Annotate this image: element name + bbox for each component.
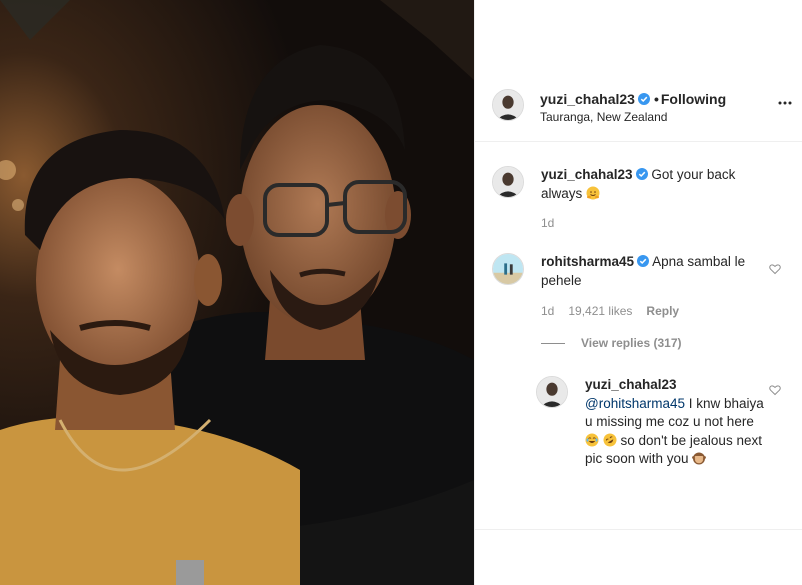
avatar-image [493,167,523,197]
comment-likes[interactable]: 19,421 likes [568,304,632,318]
post-header: yuzi_chahal23 • Following Tauranga, New Ze… [475,72,802,142]
comment-text: yuzi_chahal23 @rohitsharma45 I knw bhaiy… [585,376,765,469]
post-side-panel: yuzi_chahal23 • Following Tauranga, New Ze… [474,0,802,585]
author-line: yuzi_chahal23 • Following [540,91,726,107]
verified-badge-icon [635,168,648,180]
comment-age: 1d [541,216,555,230]
hugging-face-emoji-icon [586,186,600,199]
comment-username[interactable]: yuzi_chahal23 [541,167,633,182]
like-heart-icon[interactable] [769,384,781,396]
comment-age: 1d [541,304,555,318]
comment-meta: 1d [541,216,568,230]
comment-avatar[interactable] [492,166,524,198]
comment-text: rohitsharma45 Apna sambal le pehele [541,253,763,290]
comment-text: yuzi_chahal23 Got your back always [541,166,763,203]
avatar-image [493,254,523,284]
comment-username[interactable]: rohitsharma45 [541,254,634,269]
verified-badge-icon [637,255,650,267]
like-heart-icon[interactable] [769,263,781,275]
following-button[interactable]: Following [661,91,726,107]
view-replies-line [541,343,565,345]
joy-emoji-icon [585,433,599,446]
view-replies-label: View replies (317) [581,336,682,350]
comment-meta: 1d 19,421 likes Reply [541,304,693,318]
author-username[interactable]: yuzi_chahal23 [540,91,635,107]
reply-button[interactable]: Reply [646,304,679,318]
mention-link[interactable]: @rohitsharma45 [585,396,685,411]
author-avatar[interactable] [492,89,524,121]
verified-badge-icon [637,93,650,105]
post-photo [0,0,474,585]
separator-dot: • [653,91,659,107]
comment-avatar[interactable] [536,376,568,408]
panel-actions-area [475,529,802,585]
avatar-image [493,90,523,120]
more-options-icon[interactable] [777,95,793,111]
comments-section: yuzi_chahal23 Got your back always 1d ro… [475,142,802,530]
view-replies-button[interactable]: View replies (317) [541,336,682,350]
post-location[interactable]: Tauranga, New Zealand [540,110,667,124]
comment-avatar[interactable] [492,253,524,285]
rofl-emoji-icon [603,433,617,446]
avatar-image [537,377,567,407]
photo-illustration [0,0,474,585]
see-no-evil-monkey-emoji-icon [692,452,707,465]
comment-username[interactable]: yuzi_chahal23 [585,377,677,392]
